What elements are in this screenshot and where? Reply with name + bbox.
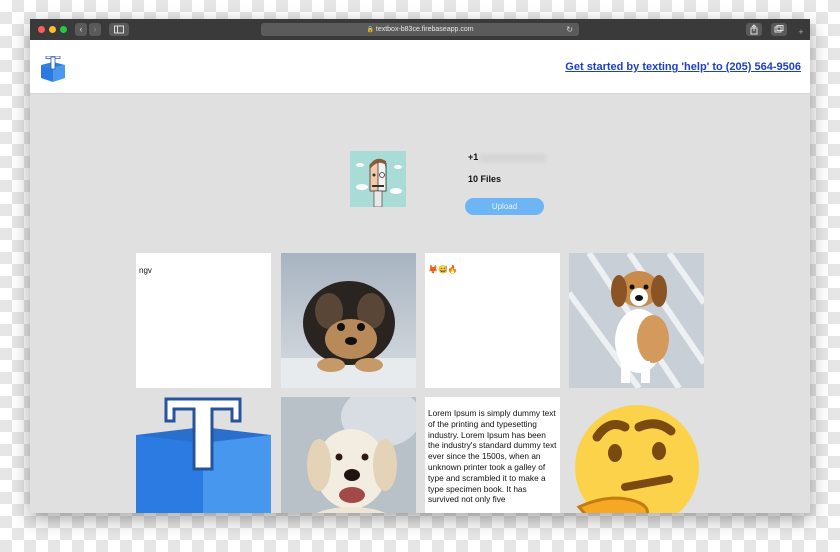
tabs-overview-button[interactable]	[771, 23, 787, 36]
emoji-text: 🦊😅🔥	[428, 265, 458, 274]
browser-toolbar: ‹ › 🔒 textbox-b83ce.firebaseapp.com ↻ +	[30, 19, 810, 40]
file-tile-logo[interactable]	[136, 397, 271, 513]
file-tile-image-golden[interactable]	[281, 397, 416, 513]
browser-window: ‹ › 🔒 textbox-b83ce.firebaseapp.com ↻ + …	[30, 19, 810, 513]
get-started-link[interactable]: Get started by texting 'help' to (205) 5…	[565, 61, 801, 73]
puppy-image	[281, 281, 416, 388]
share-icon	[750, 24, 758, 35]
share-button[interactable]	[746, 23, 762, 36]
file-count: 10 Files	[468, 174, 502, 184]
file-tile-text[interactable]: ngv	[136, 253, 271, 388]
phone-prefix: +1	[468, 152, 479, 162]
profile-avatar	[350, 151, 406, 207]
sidebar-icon	[114, 25, 124, 34]
close-window-button[interactable]	[38, 26, 45, 33]
back-button[interactable]: ‹	[75, 23, 87, 36]
redacted-number	[480, 153, 547, 162]
thinking-face-icon	[575, 405, 699, 513]
app-header: Get started by texting 'help' to (205) 5…	[30, 40, 810, 94]
textbox-logo-icon[interactable]	[40, 56, 66, 82]
sidebar-toggle-button[interactable]	[109, 23, 129, 36]
upload-button[interactable]: Upload	[465, 198, 544, 215]
phone-number: +1	[468, 152, 547, 162]
file-tile-thinking-emoji[interactable]	[569, 397, 704, 513]
golden-retriever-image	[281, 397, 416, 513]
tabs-icon	[774, 25, 784, 33]
minimize-window-button[interactable]	[49, 26, 56, 33]
lorem-text: Lorem Ipsum is simply dummy text of the …	[428, 408, 557, 505]
zoom-window-button[interactable]	[60, 26, 67, 33]
reload-icon[interactable]: ↻	[566, 23, 573, 36]
file-tile-emoji[interactable]: 🦊😅🔥	[425, 253, 560, 388]
file-text: ngv	[139, 266, 152, 275]
chevron-right-icon: ›	[93, 24, 97, 34]
file-tile-lorem[interactable]: Lorem Ipsum is simply dummy text of the …	[425, 397, 560, 513]
textbox-logo-image	[136, 397, 271, 513]
new-tab-button[interactable]: +	[794, 26, 808, 39]
url-text: textbox-b83ce.firebaseapp.com	[375, 26, 474, 33]
forward-button[interactable]: ›	[89, 23, 101, 36]
file-tile-image-puppy[interactable]	[281, 253, 416, 388]
file-tile-image-beagle[interactable]	[569, 253, 704, 388]
address-bar[interactable]: 🔒 textbox-b83ce.firebaseapp.com ↻	[261, 23, 579, 36]
chevron-left-icon: ‹	[79, 24, 83, 34]
lock-icon: 🔒	[366, 27, 374, 33]
beagle-image	[569, 253, 704, 388]
